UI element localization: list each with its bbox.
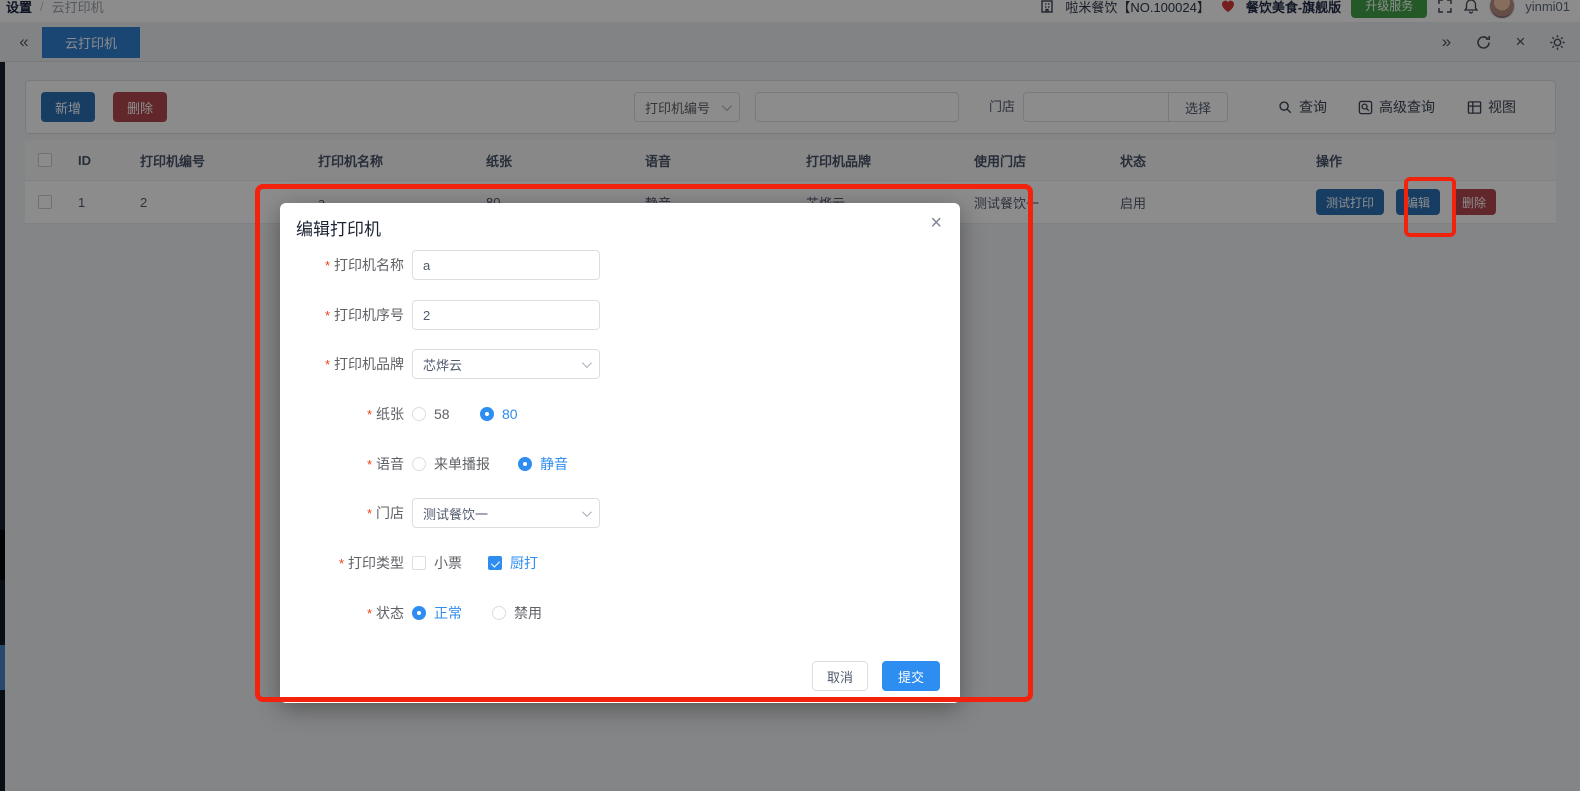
chevron-down-icon bbox=[582, 507, 592, 517]
radio-icon bbox=[412, 457, 426, 471]
store-select[interactable]: 测试餐饮一 bbox=[412, 498, 600, 528]
form-row-voice: 语音 来单播报 静音 bbox=[280, 449, 960, 479]
status-label: 状态 bbox=[280, 598, 404, 629]
radio-checked-icon bbox=[412, 606, 426, 620]
form-row-printer-no: 打印机序号 bbox=[280, 300, 960, 330]
printer-name-label: 打印机名称 bbox=[280, 250, 404, 281]
form-row-brand: 打印机品牌 芯烨云 bbox=[280, 349, 960, 379]
store-label: 门店 bbox=[280, 498, 404, 529]
form-row-print-type: 打印类型 小票 厨打 bbox=[280, 548, 960, 578]
checkbox-checked-icon bbox=[488, 556, 502, 570]
radio-checked-icon bbox=[518, 457, 532, 471]
radio-status-disabled[interactable]: 禁用 bbox=[492, 598, 542, 628]
form-row-store: 门店 测试餐饮一 bbox=[280, 498, 960, 528]
radio-checked-icon bbox=[480, 407, 494, 421]
modal-footer: 取消 提交 bbox=[280, 661, 960, 691]
radio-voice-mute[interactable]: 静音 bbox=[518, 449, 568, 479]
store-select-value: 测试餐饮一 bbox=[423, 504, 488, 523]
cancel-button[interactable]: 取消 bbox=[812, 661, 868, 691]
radio-paper-80[interactable]: 80 bbox=[480, 399, 518, 429]
printer-no-input[interactable] bbox=[412, 300, 600, 330]
radio-label: 静音 bbox=[540, 454, 568, 474]
modal-title: 编辑打印机 bbox=[296, 215, 381, 240]
radio-label: 禁用 bbox=[514, 603, 542, 623]
form-row-printer-name: 打印机名称 bbox=[280, 250, 960, 280]
checkbox-label: 厨打 bbox=[510, 553, 538, 573]
radio-label: 正常 bbox=[434, 603, 462, 623]
print-type-label: 打印类型 bbox=[280, 548, 404, 579]
checkbox-receipt[interactable]: 小票 bbox=[412, 548, 462, 578]
checkbox-kitchen[interactable]: 厨打 bbox=[488, 548, 538, 578]
checkbox-icon bbox=[412, 556, 426, 570]
voice-label: 语音 bbox=[280, 449, 404, 480]
radio-voice-broadcast[interactable]: 来单播报 bbox=[412, 449, 490, 479]
brand-select[interactable]: 芯烨云 bbox=[412, 349, 600, 379]
form-row-status: 状态 正常 禁用 bbox=[280, 598, 960, 628]
printer-no-label: 打印机序号 bbox=[280, 300, 404, 331]
app-root: 设置 / 云打印机 啦米餐饮【NO.100024】 餐饮美食-旗舰版 升级服务 bbox=[0, 0, 1580, 791]
modal-close-icon[interactable]: × bbox=[930, 213, 942, 233]
chevron-down-icon bbox=[582, 358, 592, 368]
radio-label: 80 bbox=[502, 406, 518, 422]
radio-paper-58[interactable]: 58 bbox=[412, 399, 450, 429]
edit-printer-modal: 编辑打印机 × 打印机名称 打印机序号 打印机品牌 芯烨云 纸张 58 bbox=[280, 203, 960, 703]
paper-label: 纸张 bbox=[280, 399, 404, 430]
submit-button[interactable]: 提交 bbox=[882, 661, 940, 691]
radio-label: 58 bbox=[434, 406, 450, 422]
radio-label: 来单播报 bbox=[434, 454, 490, 474]
radio-status-normal[interactable]: 正常 bbox=[412, 598, 462, 628]
brand-select-value: 芯烨云 bbox=[423, 355, 462, 374]
form-row-paper: 纸张 58 80 bbox=[280, 399, 960, 429]
checkbox-label: 小票 bbox=[434, 553, 462, 573]
radio-icon bbox=[412, 407, 426, 421]
radio-icon bbox=[492, 606, 506, 620]
brand-label: 打印机品牌 bbox=[280, 349, 404, 380]
printer-name-input[interactable] bbox=[412, 250, 600, 280]
